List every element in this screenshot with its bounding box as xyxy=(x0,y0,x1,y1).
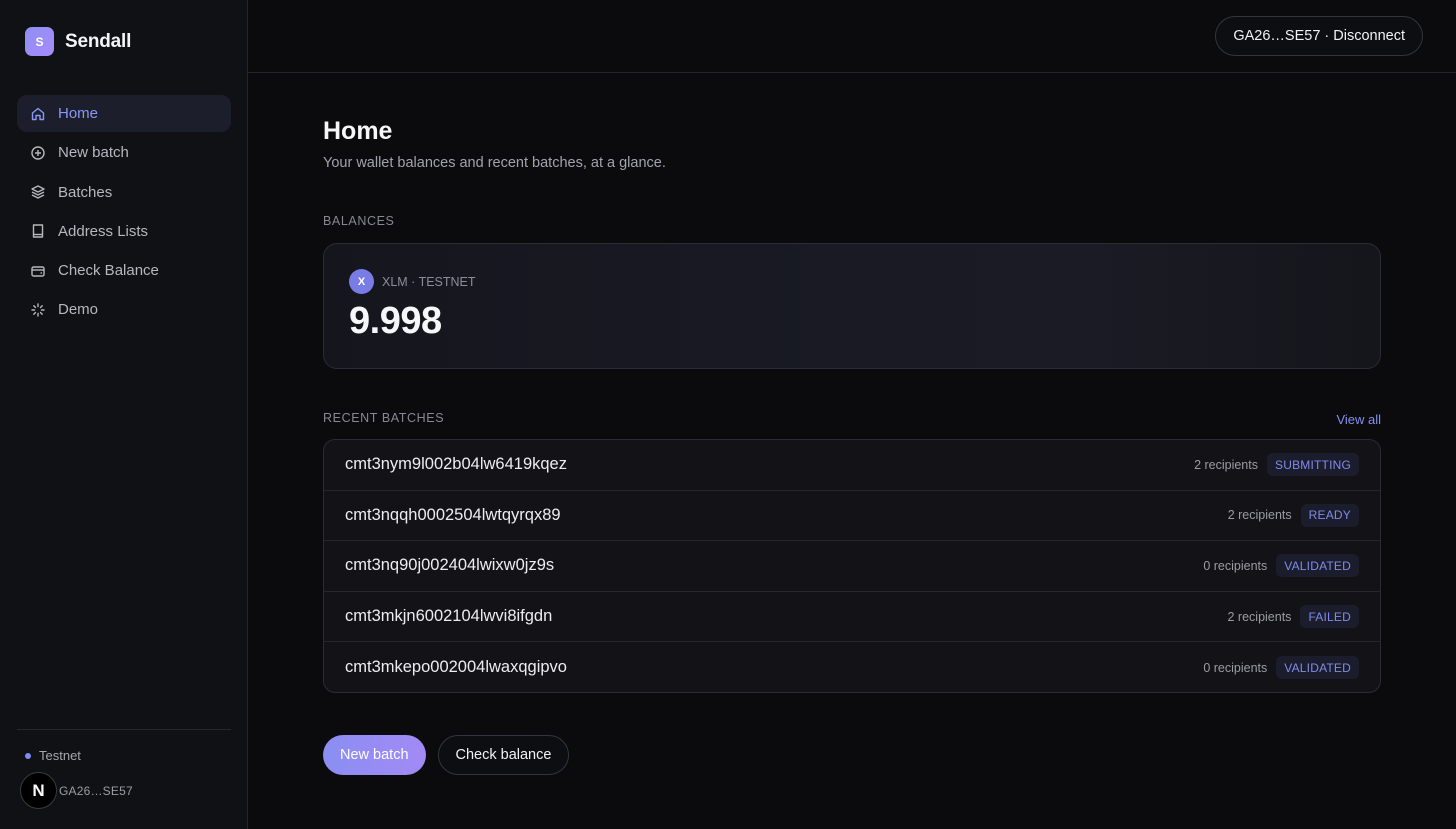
status-badge: FAILED xyxy=(1300,605,1359,629)
table-row[interactable]: cmt3nq90j002404lwixw0jz9s 0 recipients V… xyxy=(324,541,1380,592)
wallet-disconnect-button[interactable]: GA26…SE57 · Disconnect xyxy=(1215,16,1423,56)
sidebar-item-home[interactable]: Home xyxy=(17,95,231,132)
batch-meta: 0 recipients VALIDATED xyxy=(1203,554,1359,578)
sidebar-item-batches[interactable]: Batches xyxy=(17,174,231,211)
sidebar-item-demo[interactable]: Demo xyxy=(17,291,231,328)
xlm-icon: X xyxy=(349,269,374,294)
layers-icon xyxy=(31,185,45,199)
balances-label: BALANCES xyxy=(323,214,395,228)
sidebar-footer: Testnet N GA26…SE57 xyxy=(17,729,231,809)
network-dot-icon xyxy=(25,752,31,759)
brand[interactable]: S Sendall xyxy=(25,27,131,56)
avatar[interactable]: N xyxy=(20,772,57,809)
sidebar-item-label: Address Lists xyxy=(58,222,149,240)
batch-meta: 0 recipients VALIDATED xyxy=(1203,656,1359,680)
view-all-link[interactable]: View all xyxy=(1336,412,1381,427)
status-badge: SUBMITTING xyxy=(1267,453,1359,477)
batch-id: cmt3nq90j002404lwixw0jz9s xyxy=(345,556,555,575)
recipient-count: 0 recipients xyxy=(1203,660,1268,675)
home-icon xyxy=(31,107,45,120)
check-balance-button[interactable]: Check balance xyxy=(437,735,570,775)
main: GA26…SE57 · Disconnect Home Your wallet … xyxy=(248,0,1456,829)
batch-meta: 2 recipients FAILED xyxy=(1227,605,1359,629)
sidebar-item-check-balance[interactable]: Check Balance xyxy=(17,252,231,289)
batch-list: cmt3nym9l002b04lw6419kqez 2 recipients S… xyxy=(323,439,1381,693)
sidebar: S Sendall Home New batch Batches Address… xyxy=(0,0,248,829)
sidebar-item-address-lists[interactable]: Address Lists xyxy=(17,213,231,250)
status-badge: VALIDATED xyxy=(1276,656,1359,680)
recent-batches-label: RECENT BATCHES xyxy=(323,411,445,425)
topbar: GA26…SE57 · Disconnect xyxy=(248,0,1456,73)
sidebar-item-label: Home xyxy=(58,105,99,122)
sidebar-item-label: Batches xyxy=(58,183,113,201)
account-info[interactable]: N GA26…SE57 xyxy=(20,772,133,809)
page-title: Home xyxy=(323,117,393,145)
book-icon xyxy=(32,224,44,239)
plus-circle-icon xyxy=(31,146,45,160)
status-badge: READY xyxy=(1300,503,1359,527)
sidebar-item-label: New batch xyxy=(58,144,129,162)
recipient-count: 2 recipients xyxy=(1227,609,1292,624)
sidebar-item-new-batch[interactable]: New batch xyxy=(17,134,231,171)
batch-id: cmt3mkepo002004lwaxqgipvo xyxy=(345,658,567,677)
batch-meta: 2 recipients READY xyxy=(1227,503,1359,527)
recipient-count: 0 recipients xyxy=(1203,558,1268,573)
asset-row: X XLM · TESTNET xyxy=(349,269,476,294)
brand-logo: S xyxy=(25,27,54,56)
recipient-count: 2 recipients xyxy=(1227,508,1292,523)
wallet-icon xyxy=(31,265,45,277)
table-row[interactable]: cmt3mkepo002004lwaxqgipvo 0 recipients V… xyxy=(324,642,1380,692)
action-buttons: New batch Check balance xyxy=(323,735,570,775)
recipient-count: 2 recipients xyxy=(1194,457,1258,472)
table-row[interactable]: cmt3nym9l002b04lw6419kqez 2 recipients S… xyxy=(324,440,1380,491)
batch-id: cmt3mkjn6002104lwvi8ifgdn xyxy=(345,607,553,626)
table-row[interactable]: cmt3nqqh0002504lwtqyrqx89 2 recipients R… xyxy=(324,491,1380,542)
asset-name: XLM · TESTNET xyxy=(382,274,476,289)
balance-amount: 9.998 xyxy=(349,300,442,342)
network-indicator: Testnet xyxy=(25,748,81,763)
status-badge: VALIDATED xyxy=(1276,554,1359,578)
network-label: Testnet xyxy=(39,748,81,763)
sidebar-item-label: Check Balance xyxy=(58,262,159,280)
batch-id: cmt3nqqh0002504lwtqyrqx89 xyxy=(345,505,561,524)
app: S Sendall Home New batch Batches Address… xyxy=(0,0,1456,829)
brand-name: Sendall xyxy=(65,30,132,52)
batch-meta: 2 recipients SUBMITTING xyxy=(1194,453,1359,477)
page-subtitle: Your wallet balances and recent batches,… xyxy=(323,155,666,171)
balance-card: X XLM · TESTNET 9.998 xyxy=(323,243,1381,369)
table-row[interactable]: cmt3mkjn6002104lwvi8ifgdn 2 recipients F… xyxy=(324,592,1380,643)
loader-icon xyxy=(31,303,45,317)
batch-id: cmt3nym9l002b04lw6419kqez xyxy=(345,455,567,474)
new-batch-button[interactable]: New batch xyxy=(323,735,426,775)
account-address: GA26…SE57 xyxy=(59,783,133,798)
sidebar-item-label: Demo xyxy=(58,301,99,319)
sidebar-nav: Home New batch Batches Address Lists Che… xyxy=(17,95,231,331)
